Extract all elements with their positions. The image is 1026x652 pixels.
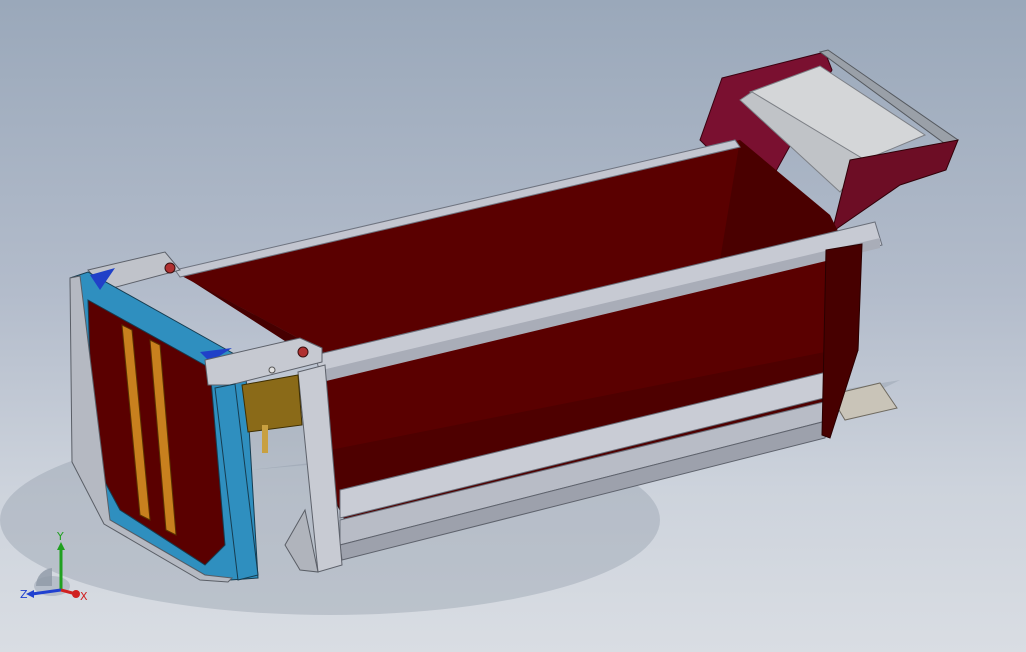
y-axis-label: Y [56, 530, 64, 543]
mounting-plate [241, 374, 303, 433]
y-axis-head [57, 542, 65, 550]
bolt-icon [297, 346, 309, 358]
dump-truck-body-model[interactable] [0, 0, 1026, 652]
x-axis-label: X [80, 590, 88, 603]
triad-quadrant [35, 568, 52, 586]
bolt-icon [164, 262, 176, 274]
z-axis-label: Z [20, 588, 28, 601]
mounting-pin [262, 425, 268, 453]
bolt-icon [268, 366, 276, 374]
orientation-triad[interactable]: Y Z X [14, 528, 104, 618]
graphics-viewport[interactable]: Y Z X [0, 0, 1026, 652]
x-axis-head [72, 590, 80, 598]
